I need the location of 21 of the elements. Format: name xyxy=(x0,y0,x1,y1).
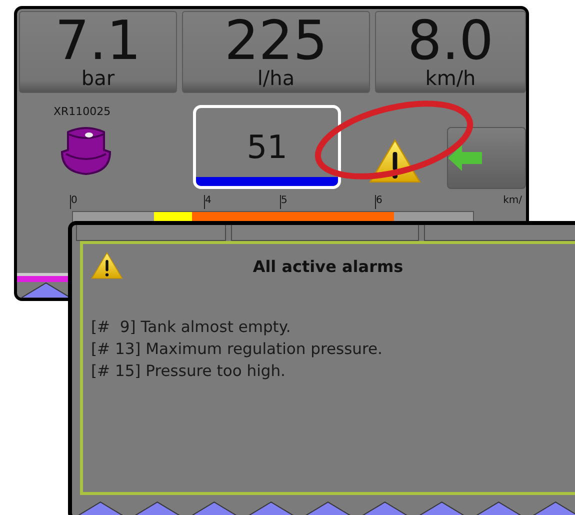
alarm-entry: [# 13] Maximum regulation pressure. xyxy=(91,339,384,360)
readout-value: 7.1 xyxy=(55,16,141,66)
warning-icon xyxy=(369,139,422,184)
rate-value: 51 xyxy=(246,128,288,166)
alarm-entry: [# 9] Tank almost empty. xyxy=(91,317,292,338)
readout-unit: km/h xyxy=(425,66,476,90)
nozzle-label: XR110025 xyxy=(53,105,111,118)
scale-tick: 0 xyxy=(70,195,204,209)
dialog-title: All active alarms xyxy=(252,256,404,276)
readout-unit: bar xyxy=(81,66,115,90)
warning-icon xyxy=(91,252,123,280)
left-arrow-icon xyxy=(448,143,482,173)
scale-tick: 5 xyxy=(280,195,375,209)
alarm-entry: [# 15] Pressure too high. xyxy=(91,361,286,382)
scale-unit: km/ xyxy=(503,195,522,208)
arrow-button[interactable] xyxy=(447,127,526,189)
readout-value: 8.0 xyxy=(408,16,494,66)
readout-value: 225 xyxy=(224,16,328,66)
readout-unit: l/ha xyxy=(257,66,295,90)
scale-tick: 6 xyxy=(375,195,406,209)
scale-tick: 4 xyxy=(204,195,280,209)
